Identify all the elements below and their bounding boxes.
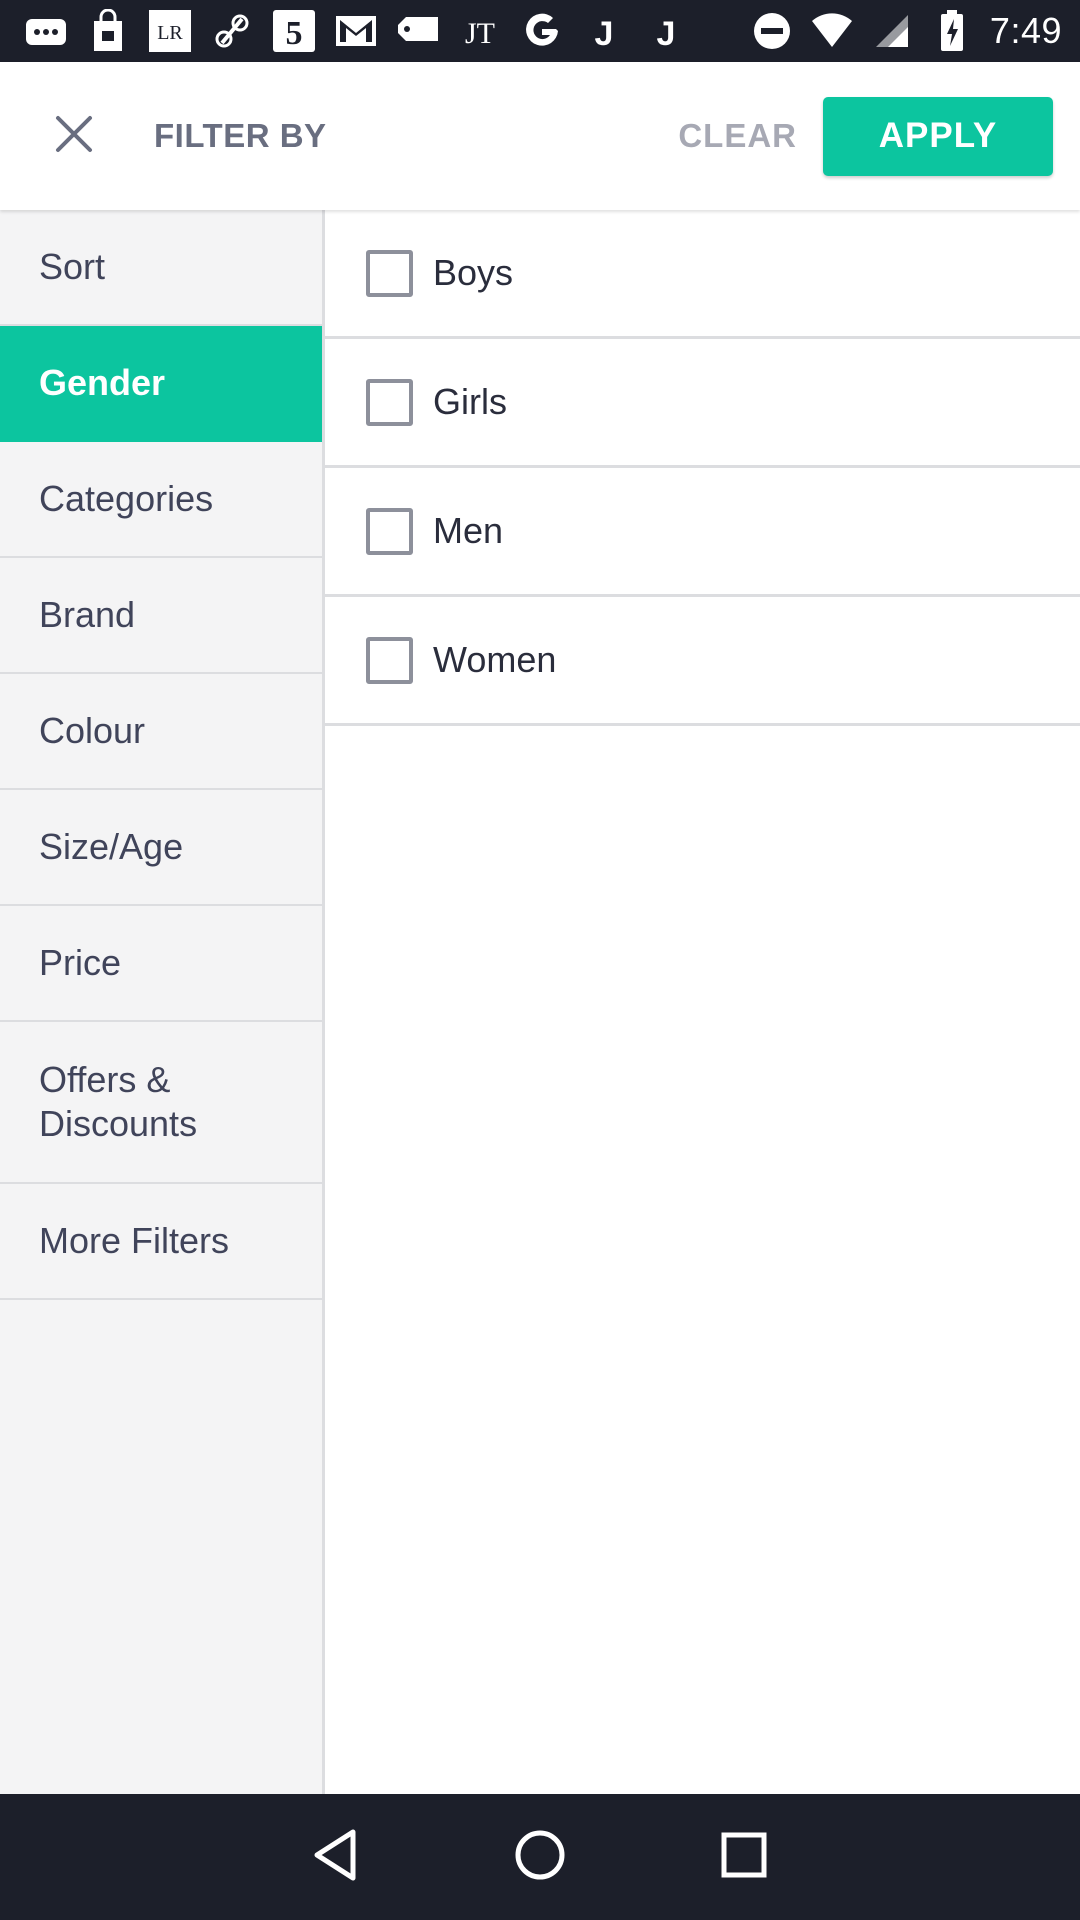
checkbox-boys[interactable] <box>366 249 413 297</box>
status-time: 7:49 <box>989 10 1062 51</box>
filter-header: FILTER BY CLEAR APPLY <box>0 62 1080 210</box>
option-label: Boys <box>433 252 514 293</box>
link-icon <box>210 9 254 53</box>
google-icon <box>520 9 564 53</box>
shopping-bag-icon <box>86 9 130 53</box>
j-app-icon: J <box>644 9 688 53</box>
list-item[interactable]: Girls <box>325 339 1080 468</box>
recents-button[interactable] <box>694 1807 794 1907</box>
sidebar-item-label: Offers & Discounts <box>39 1059 198 1144</box>
home-circle-icon <box>514 1829 566 1886</box>
sidebar-item-colour[interactable]: Colour <box>0 674 322 790</box>
battery-charging-icon <box>930 9 974 53</box>
list-item[interactable]: Men <box>325 468 1080 597</box>
sidebar-item-size-age[interactable]: Size/Age <box>0 790 322 906</box>
svg-text:5: 5 <box>286 15 303 52</box>
navigation-bar <box>0 1794 1080 1920</box>
list-item[interactable]: Boys <box>325 210 1080 339</box>
recents-square-icon <box>720 1831 768 1884</box>
sidebar-item-offers-discounts[interactable]: Offers & Discounts <box>0 1022 322 1184</box>
svg-text:J: J <box>595 15 614 53</box>
apply-button[interactable]: APPLY <box>823 96 1053 176</box>
option-label: Girls <box>433 381 507 422</box>
svg-text:JT: JT <box>465 17 495 50</box>
wifi-icon <box>810 9 854 53</box>
close-button[interactable] <box>38 100 110 172</box>
svg-text:LR: LR <box>157 22 183 44</box>
list-item[interactable]: Women <box>325 597 1080 726</box>
checkbox-men[interactable] <box>366 507 413 555</box>
five-app-icon: 5 <box>272 9 316 53</box>
messages-icon <box>24 9 68 53</box>
j-app-icon: J <box>582 9 626 53</box>
gmail-icon <box>334 9 378 53</box>
back-button[interactable] <box>286 1807 386 1907</box>
close-icon <box>54 114 94 159</box>
do-not-disturb-icon <box>750 9 794 53</box>
page-title: FILTER BY <box>154 117 327 154</box>
checkbox-women[interactable] <box>366 636 413 684</box>
sidebar-item-price[interactable]: Price <box>0 906 322 1022</box>
sidebar-item-more-filters[interactable]: More Filters <box>0 1184 322 1300</box>
option-label: Women <box>433 639 557 680</box>
back-triangle-icon <box>311 1828 361 1887</box>
option-label: Men <box>433 510 504 551</box>
gender-options-list: Boys Girls Men Women <box>325 210 1080 1794</box>
jt-app-icon: JT <box>458 9 502 53</box>
clear-button[interactable]: CLEAR <box>678 117 797 155</box>
status-bar: LR 5 JT J J 7:49 <box>0 0 1080 62</box>
lr-app-icon: LR <box>148 9 192 53</box>
svg-text:J: J <box>657 15 676 53</box>
checkbox-girls[interactable] <box>366 378 413 426</box>
sidebar-item-sort[interactable]: Sort <box>0 210 322 326</box>
home-button[interactable] <box>490 1807 590 1907</box>
sidebar-item-categories[interactable]: Categories <box>0 442 322 558</box>
cellular-signal-icon <box>870 9 914 53</box>
sidebar-item-brand[interactable]: Brand <box>0 558 322 674</box>
sidebar-item-gender[interactable]: Gender <box>0 326 322 442</box>
tag-icon <box>396 9 440 53</box>
system-icons: 7:49 <box>750 9 1062 53</box>
filter-category-sidebar: Sort Gender Categories Brand Colour Size… <box>0 210 325 1794</box>
notification-icons: LR 5 JT J J <box>24 9 750 53</box>
